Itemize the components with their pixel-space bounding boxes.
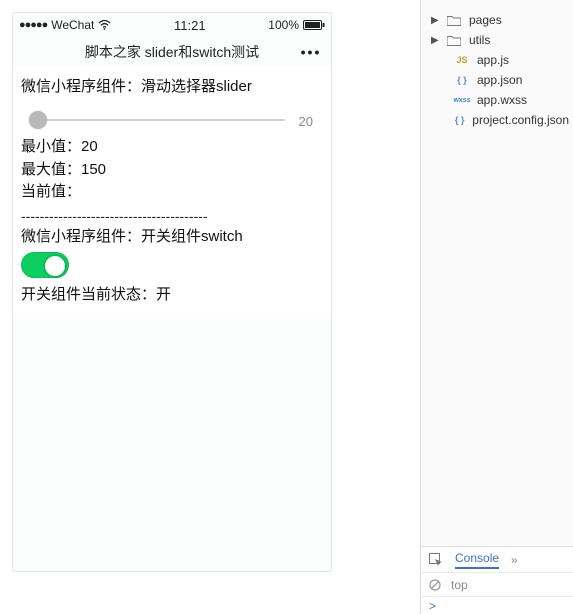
prompt-chevron-icon: >: [429, 599, 436, 613]
context-selector[interactable]: top: [451, 578, 468, 592]
file-app-json[interactable]: { } app.json: [429, 70, 569, 90]
nav-bar: 脚本之家 slider和switch测试 •••: [13, 37, 331, 67]
folder-icon: [445, 35, 463, 46]
devtools-panel: ▶ pages ▶ utils JS app.js { } app.json w…: [420, 0, 573, 614]
console-tab-bar: Console »: [421, 546, 573, 572]
file-label: app.json: [477, 73, 522, 87]
carrier-label: WeChat: [51, 18, 94, 32]
text-divider: ----------------------------------------: [21, 208, 323, 224]
status-left: ●●●●● WeChat: [19, 18, 111, 32]
signal-dots-icon: ●●●●●: [19, 19, 47, 31]
slider-heading: 微信小程序组件：滑动选择器slider: [21, 75, 323, 96]
page-content: 微信小程序组件：滑动选择器slider 20 最小值：20 最大值：150 当前…: [13, 67, 331, 315]
more-button[interactable]: •••: [291, 44, 331, 60]
console-tab[interactable]: Console: [455, 551, 499, 569]
current-value-label: 当前值：: [21, 181, 323, 204]
file-project-config[interactable]: { } project.config.json: [429, 110, 569, 130]
slider-track: [33, 119, 285, 121]
status-bar: ●●●●● WeChat 11:21 100%: [13, 13, 331, 37]
page-title: 脚本之家 slider和switch测试: [53, 42, 291, 62]
json-file-icon: { }: [453, 75, 471, 85]
file-app-js[interactable]: JS app.js: [429, 50, 569, 70]
status-right: 100%: [268, 18, 325, 32]
file-label: app.js: [477, 53, 509, 67]
max-value-label: 最大值：150: [21, 159, 323, 182]
slider-value-label: 20: [299, 114, 313, 129]
switch-knob: [44, 255, 66, 277]
folder-pages[interactable]: ▶ pages: [429, 10, 569, 30]
wxss-file-icon: wxss: [453, 97, 471, 104]
clear-console-icon[interactable]: [429, 579, 441, 591]
folder-utils[interactable]: ▶ utils: [429, 30, 569, 50]
wifi-icon: [98, 20, 111, 30]
console-prompt[interactable]: >: [421, 596, 573, 614]
json-file-icon: { }: [453, 115, 466, 125]
status-time: 11:21: [111, 18, 268, 33]
folder-label: utils: [469, 33, 490, 47]
file-label: project.config.json: [472, 113, 569, 127]
slider-thumb[interactable]: [29, 111, 47, 129]
switch-heading: 微信小程序组件：开关组件switch: [21, 226, 323, 249]
phone-simulator: ●●●●● WeChat 11:21 100%: [12, 12, 332, 572]
inspect-element-icon[interactable]: [429, 553, 443, 567]
js-file-icon: JS: [453, 55, 471, 65]
battery-icon: [303, 20, 325, 30]
switch-component[interactable]: [21, 252, 69, 278]
more-tabs-icon[interactable]: »: [511, 553, 518, 567]
switch-state-label: 开关组件当前状态：开: [21, 284, 323, 307]
min-value-label: 最小值：20: [21, 136, 323, 159]
slider-component[interactable]: 20: [25, 106, 319, 134]
simulator-area: ●●●●● WeChat 11:21 100%: [0, 0, 420, 614]
console-filter-bar: top: [421, 572, 573, 596]
file-tree: ▶ pages ▶ utils JS app.js { } app.json w…: [421, 0, 573, 134]
caret-right-icon: ▶: [431, 35, 439, 46]
file-label: app.wxss: [477, 93, 527, 107]
file-app-wxss[interactable]: wxss app.wxss: [429, 90, 569, 110]
battery-percent: 100%: [268, 18, 299, 32]
folder-icon: [445, 15, 463, 26]
folder-label: pages: [469, 13, 502, 27]
caret-right-icon: ▶: [431, 15, 439, 26]
